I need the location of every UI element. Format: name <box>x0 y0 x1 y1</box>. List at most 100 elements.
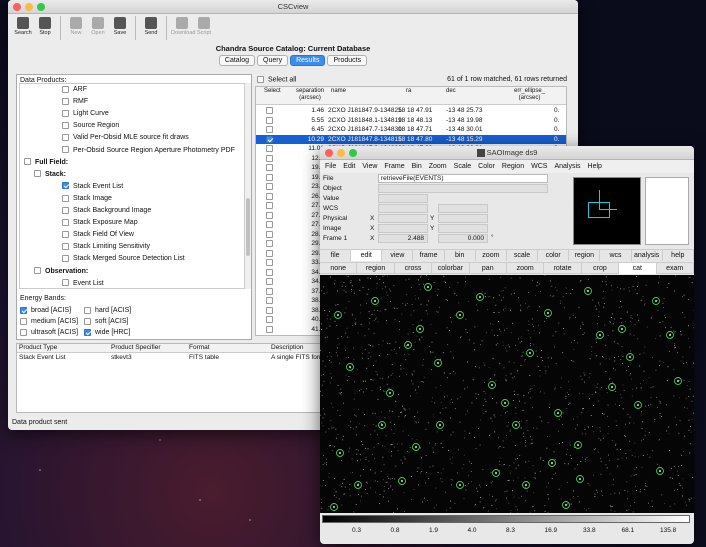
row-select-checkbox[interactable] <box>266 268 273 276</box>
row-select-checkbox[interactable] <box>266 335 273 336</box>
tree-item[interactable]: Per-Obsid Source Region Aperture Photome… <box>62 145 235 156</box>
ds9-button-colorbar[interactable]: colorbar <box>432 263 470 274</box>
row-select-checkbox[interactable] <box>266 278 273 285</box>
row-select-checkbox[interactable] <box>266 306 273 314</box>
checkbox[interactable] <box>62 85 69 93</box>
checkbox[interactable] <box>34 170 41 178</box>
tree-item[interactable]: Full Field: <box>24 157 68 168</box>
row-select-checkbox[interactable] <box>266 259 273 266</box>
ds9-minimize-button[interactable] <box>337 149 345 157</box>
ds9-button-frame[interactable]: frame <box>413 250 445 261</box>
row-select-checkbox[interactable] <box>266 126 273 133</box>
toolbar-save-button[interactable]: Save <box>109 16 131 36</box>
tab-catalog[interactable]: Catalog <box>218 55 256 66</box>
menu-zoom[interactable]: Zoom <box>429 160 447 173</box>
table-row[interactable]: 6.45 2CXO J181847.7-134830 18 18 47.71 -13 … <box>256 125 566 135</box>
checkbox[interactable] <box>62 279 69 287</box>
toolbar-send-button[interactable]: Send <box>140 16 162 36</box>
zoom-button[interactable] <box>37 3 45 11</box>
row-select-checkbox[interactable] <box>266 135 273 143</box>
panner-thumbnail[interactable] <box>573 177 641 245</box>
tree-item[interactable]: Stack Image <box>62 193 112 204</box>
row-select-checkbox[interactable] <box>266 240 273 247</box>
row-select-checkbox[interactable] <box>266 107 273 114</box>
column-header[interactable]: dec <box>446 88 456 95</box>
ds9-button-cat[interactable]: cat <box>619 263 657 274</box>
ds9-button-help[interactable]: help <box>663 250 694 261</box>
select-all[interactable]: Select all <box>257 76 296 83</box>
tab-query[interactable]: Query <box>257 55 289 66</box>
checkbox[interactable] <box>20 328 27 336</box>
checkbox[interactable] <box>62 230 69 238</box>
menu-region[interactable]: Region <box>502 160 524 173</box>
energy-band-option[interactable]: ultrasoft [ACIS] <box>20 327 78 338</box>
row-select-checkbox[interactable] <box>266 164 273 171</box>
checkbox[interactable] <box>20 306 27 314</box>
table-row[interactable]: 10.29 2CXO J181847.8-134815 18 18 47.80 -13… <box>256 134 566 144</box>
row-select-checkbox[interactable] <box>266 202 273 209</box>
checkbox[interactable] <box>84 317 91 325</box>
energy-band-option[interactable]: wide [HRC] <box>84 327 130 338</box>
ds9-button-none[interactable]: none <box>320 263 358 274</box>
ds9-zoom-button[interactable] <box>349 149 357 157</box>
column-header[interactable]: name <box>331 88 346 95</box>
row-select-checkbox[interactable] <box>266 154 273 162</box>
checkbox[interactable] <box>62 182 69 190</box>
row-select-checkbox[interactable] <box>266 297 273 304</box>
tree-item[interactable]: Observation: <box>34 266 88 277</box>
row-select-checkbox[interactable] <box>266 230 273 238</box>
checkbox[interactable] <box>62 194 69 202</box>
tree-item[interactable]: Stack Event List <box>62 181 123 192</box>
column-header[interactable]: err_ellipse_ (arcsec) <box>514 88 545 102</box>
row-select-checkbox[interactable] <box>266 116 273 124</box>
tree-scrollbar[interactable] <box>245 83 251 289</box>
ds9-button-view[interactable]: view <box>382 250 414 261</box>
column-header[interactable]: Select <box>264 88 281 95</box>
toolbar-stop-button[interactable]: Stop <box>34 16 56 36</box>
energy-band-option[interactable]: broad [ACIS] <box>20 305 71 316</box>
toolbar-new-button[interactable]: New <box>65 16 87 36</box>
checkbox[interactable] <box>62 242 69 250</box>
toolbar-script-button[interactable]: Script <box>193 16 215 36</box>
checkbox[interactable] <box>20 317 27 325</box>
column-header[interactable]: separation (arcsec) <box>296 88 324 102</box>
ds9-button-zoom[interactable]: zoom <box>507 263 545 274</box>
toolbar-search-button[interactable]: Search <box>12 16 34 36</box>
checkbox[interactable] <box>34 267 41 275</box>
menu-analysis[interactable]: Analysis <box>554 160 580 173</box>
checkbox[interactable] <box>62 146 69 154</box>
row-select-checkbox[interactable] <box>266 183 273 190</box>
ds9-button-region[interactable]: region <box>569 250 601 261</box>
tree-item[interactable]: RMF <box>62 96 88 107</box>
close-button[interactable] <box>13 3 21 11</box>
checkbox[interactable] <box>62 134 69 142</box>
ds9-button-file[interactable]: file <box>320 250 352 261</box>
toolbar-open-button[interactable]: Open <box>87 16 109 36</box>
checkbox[interactable] <box>62 109 69 117</box>
table-row[interactable]: 1.46 2CXO J181847.9-134825 18 18 47.91 -13 … <box>256 106 566 116</box>
menu-help[interactable]: Help <box>588 160 602 173</box>
row-select-checkbox[interactable] <box>266 173 273 181</box>
toolbar-download-button[interactable]: Download <box>171 16 195 36</box>
tree-item[interactable]: Stack Merged Source Detection List <box>62 253 185 264</box>
tree-item[interactable]: Source Region <box>62 120 119 131</box>
menu-wcs[interactable]: WCS <box>531 160 547 173</box>
checkbox[interactable] <box>24 158 31 166</box>
ds9-button-pan[interactable]: pan <box>470 263 507 274</box>
energy-band-option[interactable]: medium [ACIS] <box>20 316 78 327</box>
ds9-button-region[interactable]: region <box>357 263 395 274</box>
menu-scale[interactable]: Scale <box>454 160 472 173</box>
row-select-checkbox[interactable] <box>266 221 273 228</box>
checkbox[interactable] <box>62 97 69 105</box>
energy-band-option[interactable]: hard [ACIS] <box>84 305 131 316</box>
tree-item[interactable]: Stack Exposure Map <box>62 217 138 228</box>
tree-item[interactable]: Light Curve <box>62 108 109 119</box>
menu-edit[interactable]: Edit <box>343 160 355 173</box>
tree-item[interactable]: Stack Limiting Sensitivity <box>62 241 150 252</box>
menu-color[interactable]: Color <box>478 160 495 173</box>
row-select-checkbox[interactable] <box>266 287 273 295</box>
row-select-checkbox[interactable] <box>266 325 273 333</box>
ds9-close-button[interactable] <box>325 149 333 157</box>
checkbox[interactable] <box>84 328 91 336</box>
ds9-button-exam[interactable]: exam <box>657 263 694 274</box>
